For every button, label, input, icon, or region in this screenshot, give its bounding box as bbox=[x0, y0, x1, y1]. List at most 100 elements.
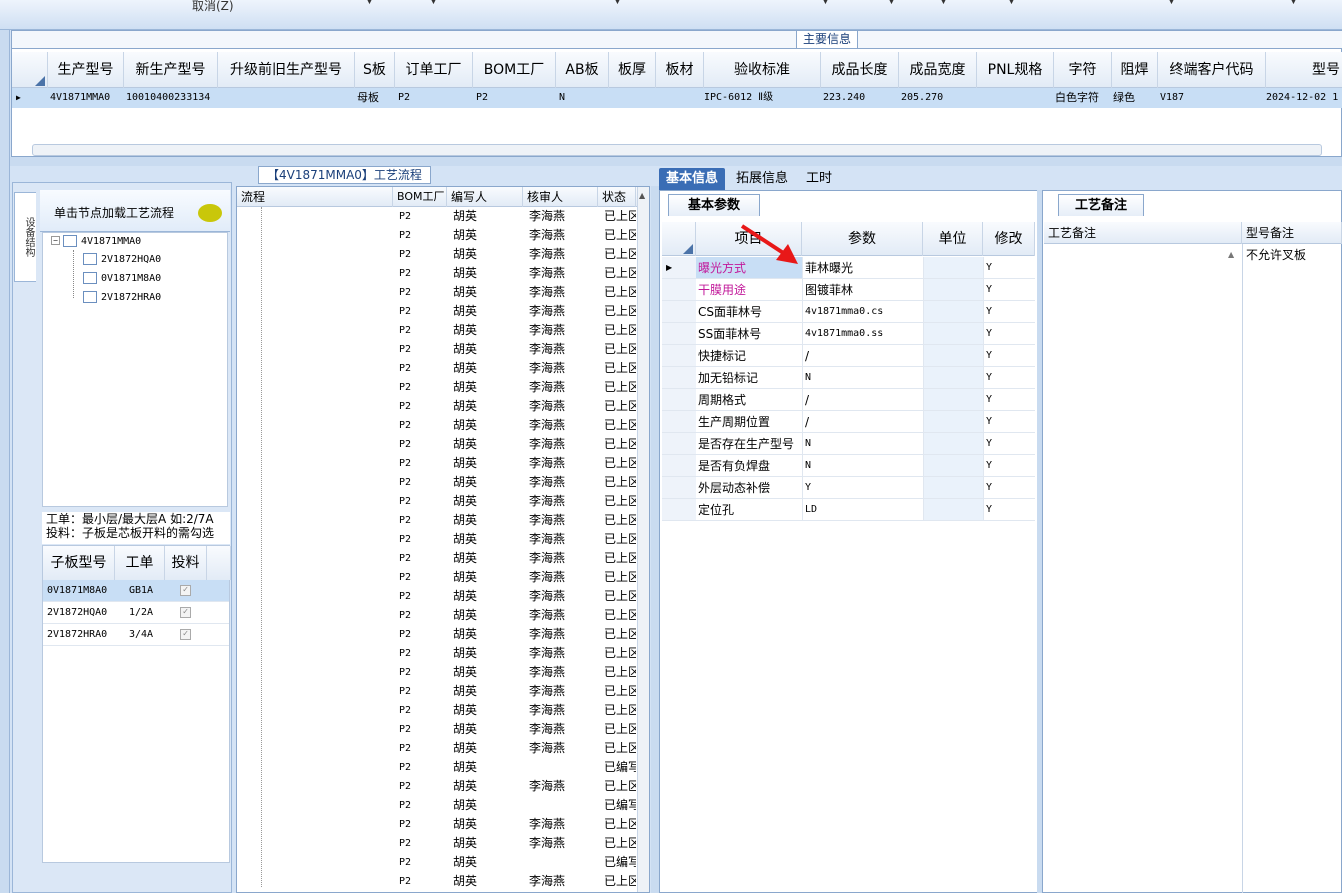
cell[interactable]: IPC-6012 Ⅱ级 bbox=[704, 88, 773, 108]
param-row[interactable]: 加无铅标记 N Y bbox=[662, 367, 1035, 389]
horizontal-splitter[interactable] bbox=[10, 157, 1342, 166]
col-header[interactable]: 生产型号 bbox=[48, 52, 124, 88]
dropdown-arrow-icon[interactable]: ▼ bbox=[1290, 0, 1297, 6]
param-value[interactable]: N bbox=[802, 367, 923, 388]
cell[interactable]: 2024-12-02 1 bbox=[1266, 88, 1338, 108]
col-header[interactable]: 验收标准 bbox=[704, 52, 821, 88]
cell[interactable]: 10010400233134 bbox=[126, 88, 210, 108]
process-row[interactable]: −钻孔1P2胡英李海燕已上区 bbox=[237, 815, 636, 834]
checkbox[interactable]: ✓ bbox=[180, 585, 191, 596]
row-selector[interactable] bbox=[662, 345, 696, 366]
col-header[interactable]: 新生产型号 bbox=[124, 52, 218, 88]
param-unit[interactable] bbox=[923, 279, 983, 300]
tab-craft-notes[interactable]: 工艺备注 bbox=[1058, 194, 1144, 216]
row-selector[interactable]: ▶ bbox=[662, 257, 696, 278]
param-modify[interactable]: Y bbox=[983, 279, 1035, 300]
col-header[interactable]: 子板型号 bbox=[43, 546, 115, 580]
col-header[interactable]: 参数 bbox=[802, 222, 923, 256]
param-row[interactable]: 是否存在生产型号 N Y bbox=[662, 433, 1035, 455]
param-modify[interactable]: Y bbox=[983, 455, 1035, 476]
col-header[interactable]: AB板 bbox=[556, 52, 609, 88]
param-value[interactable]: / bbox=[802, 389, 923, 410]
param-row[interactable]: 快捷标记 / Y bbox=[662, 345, 1035, 367]
scroll-up-icon[interactable]: ▲ bbox=[1228, 250, 1234, 259]
process-row[interactable]: 曝光P2胡英李海燕已上区 bbox=[237, 568, 636, 587]
param-value[interactable]: 图镀菲林 bbox=[802, 279, 923, 300]
process-row[interactable]: −字符P2胡英李海燕已上区 bbox=[237, 606, 636, 625]
tab-work-hours[interactable]: 工时 bbox=[799, 168, 839, 190]
process-row[interactable]: 碱性蚀刻P2胡英李海燕已上区 bbox=[237, 397, 636, 416]
process-row[interactable]: 显影P2胡英李海燕已上区 bbox=[237, 587, 636, 606]
param-modify[interactable]: Y bbox=[983, 323, 1035, 344]
process-row[interactable]: 板边包胶P2胡英李海燕已上区 bbox=[237, 701, 636, 720]
param-value[interactable]: / bbox=[802, 411, 923, 432]
cell[interactable]: 4V1871MMA0 bbox=[50, 88, 110, 108]
col-header[interactable]: 字符 bbox=[1054, 52, 1112, 88]
row-selector[interactable] bbox=[662, 323, 696, 344]
process-row[interactable]: −沉金P2胡英李海燕已上区 bbox=[237, 663, 636, 682]
table-row[interactable]: 2V1872HRA0 3/4A ✓ bbox=[43, 624, 229, 646]
col-header[interactable]: 升级前旧生产型号 bbox=[218, 52, 355, 88]
col-header[interactable]: 型号 bbox=[1266, 52, 1342, 88]
param-modify[interactable]: Y bbox=[983, 477, 1035, 498]
param-row[interactable]: 定位孔 LD Y bbox=[662, 499, 1035, 521]
col-header[interactable]: S板 bbox=[355, 52, 395, 88]
col-header[interactable]: 单位 bbox=[923, 222, 983, 256]
row-selector[interactable] bbox=[662, 367, 696, 388]
param-modify[interactable]: Y bbox=[983, 389, 1035, 410]
param-modify[interactable]: Y bbox=[983, 367, 1035, 388]
col-header[interactable]: 工单 bbox=[115, 546, 165, 580]
row-selector[interactable] bbox=[662, 389, 696, 410]
tab-basic-info[interactable]: 基本信息 bbox=[659, 168, 726, 190]
table-row[interactable]: 2V1872HQA0 1/2A ✓ bbox=[43, 602, 229, 624]
col-header[interactable]: 核审人 bbox=[523, 187, 598, 207]
row-selector[interactable] bbox=[662, 433, 696, 454]
param-unit[interactable] bbox=[923, 477, 983, 498]
table-row[interactable]: 0V1871M8A0 GB1A ✓ bbox=[43, 580, 229, 602]
param-value[interactable]: Y bbox=[802, 477, 923, 498]
row-selector[interactable] bbox=[662, 499, 696, 520]
param-unit[interactable] bbox=[923, 433, 983, 454]
col-header[interactable]: BOM工厂 bbox=[473, 52, 556, 88]
param-row[interactable]: 生产周期位置 / Y bbox=[662, 411, 1035, 433]
param-value[interactable]: 菲林曝光 bbox=[802, 257, 923, 278]
row-selector[interactable] bbox=[662, 301, 696, 322]
row-selector[interactable] bbox=[662, 477, 696, 498]
process-row[interactable]: −电子测试P2胡英已编写 bbox=[237, 758, 636, 777]
process-row[interactable]: 终固化P2胡英李海燕已上区 bbox=[237, 644, 636, 663]
col-header[interactable]: 终端客户代码 bbox=[1158, 52, 1266, 88]
process-row[interactable]: 图形电镀P2胡英李海燕已上区 bbox=[237, 340, 636, 359]
process-row[interactable]: 水洗烘干P2胡英李海燕已上区 bbox=[237, 739, 636, 758]
param-unit[interactable] bbox=[923, 257, 983, 278]
cell[interactable]: 223.240 bbox=[823, 88, 865, 108]
process-row[interactable]: 喷砂P2胡英李海燕已上区 bbox=[237, 682, 636, 701]
param-value[interactable]: / bbox=[802, 345, 923, 366]
col-header[interactable]: 成品长度 bbox=[821, 52, 899, 88]
tree-node-child[interactable]: 2V1872HRA0 bbox=[83, 290, 161, 306]
param-modify[interactable]: Y bbox=[983, 257, 1035, 278]
model-note-text[interactable]: 不允许叉板 bbox=[1246, 246, 1306, 263]
speech-bubble-icon[interactable] bbox=[198, 204, 222, 222]
vertical-tab[interactable]: 设备结构 bbox=[14, 192, 36, 282]
collapse-icon[interactable]: − bbox=[51, 236, 60, 245]
row-selector[interactable] bbox=[662, 279, 696, 300]
process-row[interactable]: 曝光P2胡英李海燕已上区 bbox=[237, 283, 636, 302]
process-row[interactable]: 电子测试P2胡英已编写 bbox=[237, 796, 636, 815]
param-unit[interactable] bbox=[923, 367, 983, 388]
param-modify[interactable]: Y bbox=[983, 411, 1035, 432]
checkbox[interactable]: ✓ bbox=[180, 629, 191, 640]
col-header[interactable]: 订单工厂 bbox=[395, 52, 473, 88]
param-row[interactable]: ▶ 曝光方式 菲林曝光 Y bbox=[662, 257, 1035, 279]
horizontal-scrollbar[interactable] bbox=[32, 144, 1322, 156]
cancel-button[interactable]: 取消(Z) bbox=[192, 0, 234, 14]
tree-node-child[interactable]: 0V1871M8A0 bbox=[83, 271, 161, 287]
col-header[interactable]: 投料 bbox=[165, 546, 207, 580]
cell[interactable]: V187 bbox=[1160, 88, 1184, 108]
process-row[interactable]: 板镀P2胡英李海燕已上区 bbox=[237, 207, 636, 226]
cell[interactable]: 母板 bbox=[357, 88, 379, 108]
param-value[interactable]: 4v1871mma0.cs bbox=[802, 301, 923, 322]
param-modify[interactable]: Y bbox=[983, 301, 1035, 322]
param-unit[interactable] bbox=[923, 323, 983, 344]
process-row[interactable]: 贴膜P2胡英李海燕已上区 bbox=[237, 264, 636, 283]
param-row[interactable]: 外层动态补偿 Y Y bbox=[662, 477, 1035, 499]
